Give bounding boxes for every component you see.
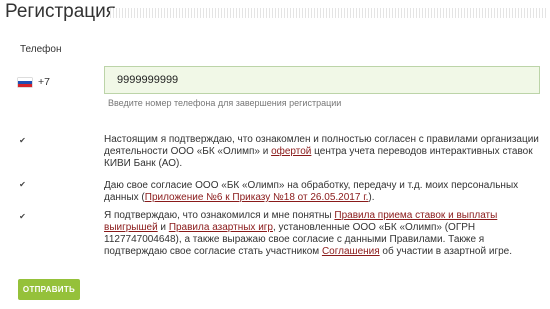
agreement-text-rules: Настоящим я подтверждаю, что ознакомлен … xyxy=(104,134,544,170)
russia-flag-icon xyxy=(18,77,32,87)
phone-label: Телефон xyxy=(20,44,62,55)
agreement-checkbox-personal-data[interactable]: ✔ xyxy=(18,180,27,189)
agreement-text-betting-rules: Я подтверждаю, что ознакомился и мне пон… xyxy=(104,210,544,258)
title-divider xyxy=(110,8,547,18)
country-code: +7 xyxy=(38,76,50,88)
agreement-personal-text-2: ). xyxy=(368,192,375,203)
agreement-link[interactable]: Соглашения xyxy=(322,246,380,257)
offer-link[interactable]: офертой xyxy=(271,146,311,157)
agreement-text-personal-data: Даю свое согласие ООО «БК «Олимп» на обр… xyxy=(104,180,544,204)
gambling-rules-link[interactable]: Правила азартных игр xyxy=(169,222,273,233)
appendix-link[interactable]: Приложение №6 к Приказу №18 от 26.05.201… xyxy=(145,192,369,203)
page-header: Регистрация xyxy=(0,0,550,26)
agreement-checkbox-betting-rules[interactable]: ✔ xyxy=(18,212,27,221)
submit-button[interactable]: ОТПРАВИТЬ xyxy=(18,279,80,300)
agreement-betting-text-1: Я подтверждаю, что ознакомился и мне пон… xyxy=(104,210,335,221)
phone-input[interactable] xyxy=(104,66,540,94)
agreement-checkbox-rules[interactable]: ✔ xyxy=(18,136,27,145)
country-code-selector[interactable]: +7 xyxy=(18,76,50,88)
page-title: Регистрация xyxy=(5,1,117,22)
phone-hint: Введите номер телефона для завершения ре… xyxy=(108,98,342,108)
agreement-betting-text-2: и xyxy=(157,222,169,233)
agreement-betting-text-4: об участии в азартной игре. xyxy=(379,246,512,257)
